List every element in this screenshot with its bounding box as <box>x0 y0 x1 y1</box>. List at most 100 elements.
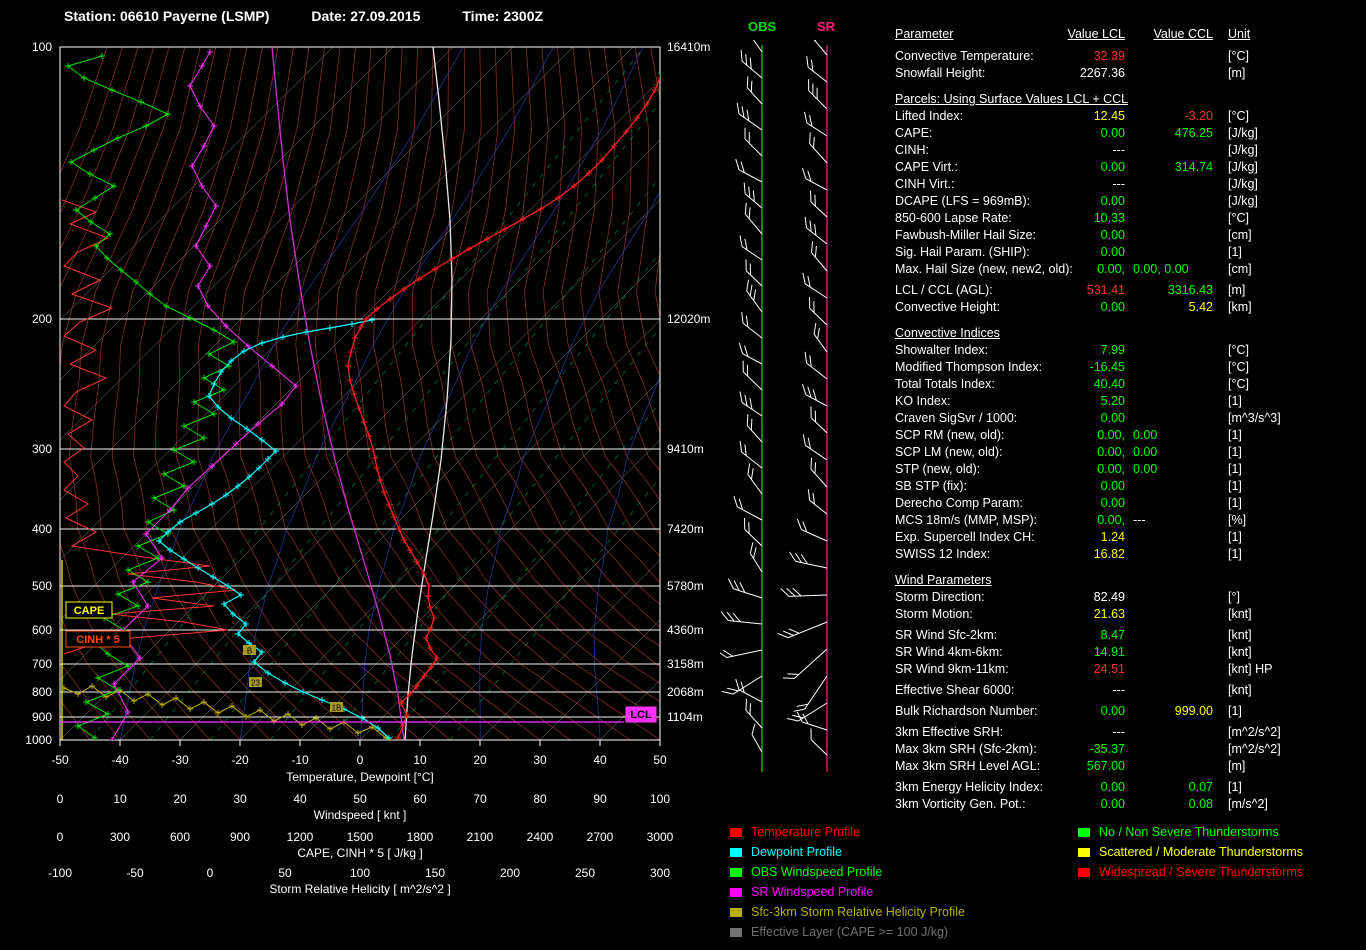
unit-label: [1] <box>1228 244 1242 261</box>
param-label: SCP LM (new, old): <box>895 444 1002 461</box>
svg-text:30: 30 <box>533 753 547 767</box>
svg-text:2400: 2400 <box>527 830 554 844</box>
table-row: SR Wind 4km-6km:14.91[knt] <box>895 644 1360 661</box>
unit-label: [°C] <box>1228 342 1249 359</box>
unit-label: [m^2/s^2] <box>1228 741 1281 758</box>
svg-text:1200: 1200 <box>287 830 314 844</box>
param-value: 7.99 <box>1025 342 1125 359</box>
param-value: 0.00 <box>1025 703 1125 720</box>
param-value: 0.07 <box>1133 779 1213 796</box>
sr-column-label: SR <box>817 19 835 34</box>
param-value: --- <box>1025 142 1125 159</box>
svg-text:12020m: 12020m <box>667 312 710 326</box>
legend-label: No / Non Severe Thunderstorms <box>1099 825 1279 839</box>
table-row: CINH Virt.:---[J/kg] <box>895 176 1360 193</box>
svg-text:40: 40 <box>293 792 307 806</box>
param-value: 0.00 <box>1025 495 1125 512</box>
svg-text:1000: 1000 <box>25 733 52 747</box>
svg-text:80: 80 <box>533 792 547 806</box>
param-value: -3.20 <box>1133 108 1213 125</box>
table-row: 850-600 Lapse Rate:10.33[°C] <box>895 210 1360 227</box>
param-value: 3316.43 <box>1133 282 1213 299</box>
param-value: 14.91 <box>1025 644 1125 661</box>
param-value: 0.00 <box>1025 779 1125 796</box>
param-label: Convective Indices <box>895 325 1000 342</box>
param-value: --- <box>1025 176 1125 193</box>
param-value: 5.42 <box>1133 299 1213 316</box>
param-value: 0.08 <box>1133 796 1213 813</box>
legend-swatch <box>1078 848 1090 857</box>
legend-label: Scattered / Moderate Thunderstorms <box>1099 845 1303 859</box>
table-row: Max 3km SRH (Sfc-2km):-35.37 [m^2/s^2] <box>895 741 1360 758</box>
svg-text:1B: 1B <box>332 704 342 713</box>
table-row: Max. Hail Size (new, new2, old):0.00,0.0… <box>895 261 1360 278</box>
param-label: KO Index: <box>895 393 951 410</box>
svg-text:2700: 2700 <box>587 830 614 844</box>
param-value: -35.37 <box>1025 741 1125 758</box>
unit-label: [m] <box>1228 758 1245 775</box>
unit-label: [J/kg] <box>1228 125 1258 142</box>
unit-label: [°C] <box>1228 376 1249 393</box>
unit-label: [knt] HP <box>1228 661 1272 678</box>
svg-text:600: 600 <box>170 830 190 844</box>
svg-text:-50: -50 <box>51 753 69 767</box>
svg-text:B: B <box>247 647 252 656</box>
table-section-header: Wind Parameters <box>895 572 1360 589</box>
unit-label: [J/kg] <box>1228 142 1258 159</box>
table-row: SB STP (fix):0.00[1] <box>895 478 1360 495</box>
profile-legend-item: Dewpoint Profile <box>730 842 965 862</box>
svg-text:1104m: 1104m <box>667 710 703 724</box>
unit-label: [knt] <box>1228 606 1252 623</box>
param-label: Convective Height: <box>895 299 1000 316</box>
svg-text:90: 90 <box>593 792 607 806</box>
svg-text:500: 500 <box>32 579 52 593</box>
unit-label: [1] <box>1228 546 1242 563</box>
table-row: Storm Motion:21.63[knt] <box>895 606 1360 623</box>
svg-text:LCL: LCL <box>630 709 652 721</box>
svg-text:250: 250 <box>575 866 595 880</box>
param-label: SR Wind 9km-11km: <box>895 661 1009 678</box>
table-row: CINH:---[J/kg] <box>895 142 1360 159</box>
table-header-row: ParameterValue LCLValue CCLUnit <box>895 26 1360 43</box>
param-label: CAPE: <box>895 125 933 142</box>
param-value: 2267.36 <box>1025 65 1125 82</box>
unit-label: [knt] <box>1228 627 1252 644</box>
unit-label: [1] <box>1228 495 1242 512</box>
svg-text:300: 300 <box>650 866 670 880</box>
unit-label: [1] <box>1228 703 1242 720</box>
param-value: 1.24 <box>1025 529 1125 546</box>
table-row: Max 3km SRH Level AGL:567.00[m] <box>895 758 1360 775</box>
svg-text:Temperature, Dewpoint [°C]: Temperature, Dewpoint [°C] <box>286 770 434 784</box>
param-value: 8.47 <box>1025 627 1125 644</box>
unit-label: [J/kg] <box>1228 159 1258 176</box>
unit-label: [1] <box>1228 461 1242 478</box>
svg-text:100: 100 <box>32 40 52 54</box>
svg-text:Storm Relative Helicity [ m^2/: Storm Relative Helicity [ m^2/s^2 ] <box>269 882 450 896</box>
svg-text:30: 30 <box>233 792 247 806</box>
profile-legend-item: Sfc-3km Storm Relative Helicity Profile <box>730 902 965 922</box>
svg-text:5780m: 5780m <box>667 579 704 593</box>
param-value: 5.20 <box>1025 393 1125 410</box>
svg-text:2100: 2100 <box>467 830 494 844</box>
svg-text:-20: -20 <box>231 753 249 767</box>
svg-text:CAPE: CAPE <box>74 605 105 617</box>
param-label: Total Totals Index: <box>895 376 995 393</box>
table-row: SCP RM (new, old):0.00,0.00[1] <box>895 427 1360 444</box>
severity-legend-item: No / Non Severe Thunderstorms <box>1078 822 1303 842</box>
table-row: SR Wind 9km-11km:24.51[knt] HP <box>895 661 1360 678</box>
param-value: 40.40 <box>1025 376 1125 393</box>
table-row: STP (new, old):0.00,0.00[1] <box>895 461 1360 478</box>
param-label: DCAPE (LFS = 969mB): <box>895 193 1030 210</box>
table-row: Sig. Hail Param. (SHIP):0.00[1] <box>895 244 1360 261</box>
svg-text:300: 300 <box>110 830 130 844</box>
svg-text:1800: 1800 <box>407 830 434 844</box>
svg-text:CAPE, CINH * 5 [ J/kg ]: CAPE, CINH * 5 [ J/kg ] <box>297 846 422 860</box>
table-row: Total Totals Index: 40.40 [°C] <box>895 376 1360 393</box>
param-value: --- <box>1025 682 1125 699</box>
param-value: 82.49 <box>1025 589 1125 606</box>
param-label: Max 3km SRH (Sfc-2km): <box>895 741 1037 758</box>
legend-swatch <box>1078 868 1090 877</box>
param-value: 531.41 <box>1025 282 1125 299</box>
unit-label: [°C] <box>1228 210 1249 227</box>
table-row: SR Wind Sfc-2km:8.47[knt] <box>895 627 1360 644</box>
